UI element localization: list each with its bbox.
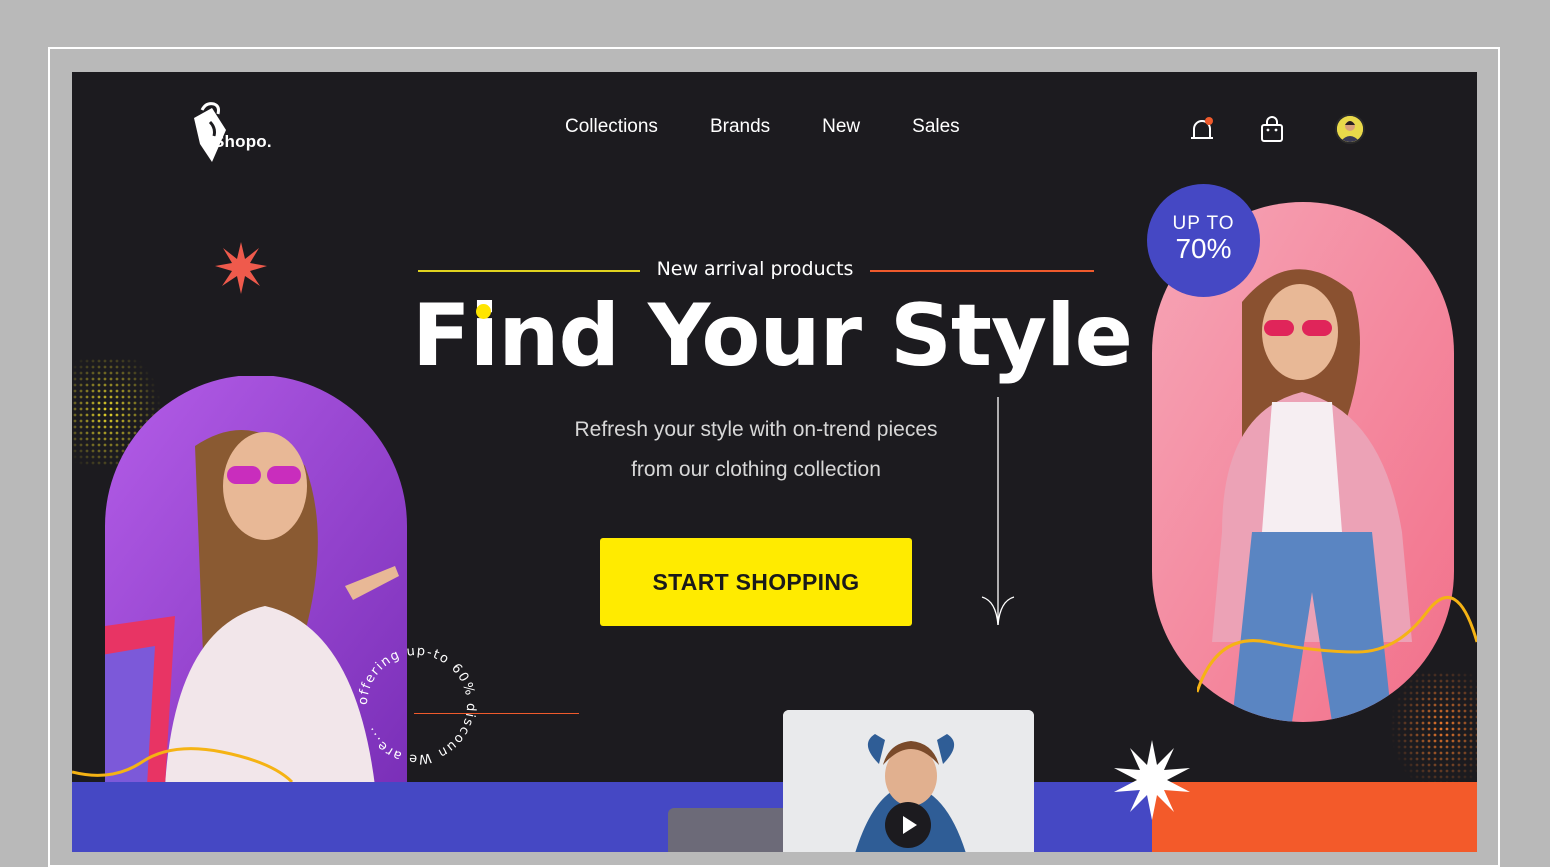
hero-subtitle-line-2: from our clothing collection: [631, 458, 881, 481]
badge-value: 70%: [1175, 233, 1232, 264]
nav-new[interactable]: New: [822, 116, 860, 138]
nav-collections[interactable]: Collections: [565, 116, 658, 138]
dot-pattern-right-decoration: [1390, 672, 1477, 782]
video-preview-card[interactable]: [783, 710, 1034, 852]
svg-text:offering up-to 60% discoun We: offering up-to 60% discoun We are...: [356, 644, 478, 767]
scroll-down-arrow-icon[interactable]: [980, 397, 1016, 627]
orange-divider-line: [414, 713, 579, 714]
avatar-portrait: [1337, 116, 1363, 142]
eyebrow-line-right: [870, 270, 1094, 272]
main-nav: Collections Brands New Sales: [565, 116, 1012, 138]
user-avatar[interactable]: [1335, 114, 1365, 144]
nav-brands[interactable]: Brands: [710, 116, 770, 138]
red-star-icon: [215, 242, 267, 294]
circular-discount-text: offering up-to 60% discoun We are...: [356, 644, 478, 767]
landing-page: Shopo. Collections Brands New Sales offe…: [72, 72, 1477, 852]
white-starburst-icon: [1114, 740, 1190, 820]
bottom-orange-section: [1152, 782, 1477, 852]
hero-subtitle-line-1: Refresh your style with on-trend pieces: [574, 418, 938, 441]
shopping-bag-icon[interactable]: [1256, 114, 1288, 146]
eyebrow-line-left: [418, 270, 640, 272]
hero-subtitle: Refresh your style with on-trend pieces …: [512, 410, 1000, 490]
discount-badge[interactable]: UP TO 70%: [1147, 184, 1260, 297]
play-icon[interactable]: [885, 802, 931, 848]
hero-eyebrow: New arrival products: [656, 258, 854, 280]
hero-title: Find Your Style: [412, 286, 1133, 386]
badge-label: UP TO: [1172, 213, 1235, 234]
product-card-thumbnail[interactable]: [668, 808, 788, 852]
brand-name[interactable]: Shopo.: [213, 132, 272, 152]
start-shopping-button[interactable]: START SHOPPING: [600, 538, 912, 626]
yellow-squiggle-decoration: [72, 747, 294, 784]
nav-sales[interactable]: Sales: [912, 116, 960, 138]
title-accent-dot: [476, 304, 491, 319]
bell-icon[interactable]: [1186, 114, 1218, 146]
